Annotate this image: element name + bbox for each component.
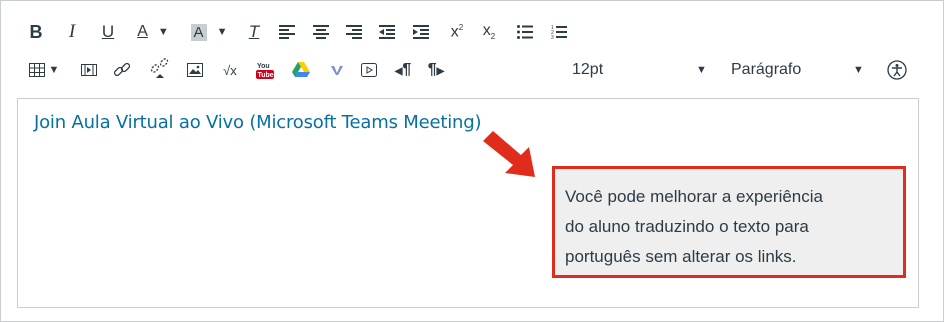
image-icon (187, 63, 203, 77)
teams-meeting-link[interactable]: Join Aula Virtual ao Vivo (Microsoft Tea… (34, 112, 481, 133)
ltr-paragraph-button[interactable]: ◀¶ (391, 55, 415, 85)
rtl-paragraph-icon: ¶▶ (427, 61, 445, 78)
align-center-icon (313, 25, 329, 39)
clear-formatting-button[interactable]: T (241, 17, 267, 47)
rich-text-editor: B I U A ▼ A ▼ T x2 x2 123 ▼ √x You Tube … (0, 0, 944, 322)
ltr-paragraph-icon: ◀¶ (394, 61, 412, 78)
google-drive-icon (292, 62, 310, 77)
unlink-button[interactable] (147, 53, 173, 83)
font-size-select[interactable]: 12pt ▼ (572, 53, 712, 87)
bold-icon: B (29, 21, 43, 42)
accessibility-checker-button[interactable] (883, 55, 911, 85)
google-drive-button[interactable] (289, 55, 313, 85)
background-color-button[interactable]: A ▼ (187, 17, 231, 47)
align-center-button[interactable] (309, 17, 333, 47)
tip-line: do aluno traduzindo o texto para (565, 217, 809, 236)
underline-button[interactable]: U (97, 17, 119, 47)
align-right-icon (346, 25, 362, 39)
underline-icon: U (101, 22, 115, 41)
align-left-button[interactable] (275, 17, 299, 47)
link-icon (113, 62, 131, 77)
bullet-list-icon (517, 25, 533, 39)
align-left-icon (279, 25, 295, 39)
chevron-down-icon: ▼ (48, 64, 60, 76)
chevron-down-icon: ▼ (853, 64, 864, 76)
accessibility-icon (887, 60, 907, 80)
indent-button[interactable] (409, 17, 433, 47)
chevron-down-icon: ▼ (696, 64, 707, 76)
italic-button[interactable]: I (61, 17, 83, 47)
tip-line: Você pode melhorar a experiência (565, 187, 823, 206)
table-icon (28, 63, 45, 77)
outdent-button[interactable] (375, 17, 399, 47)
media-button[interactable] (77, 55, 101, 85)
numbered-list-icon: 123 (551, 25, 567, 40)
block-format-select[interactable]: Parágrafo ▼ (721, 53, 871, 87)
svg-text:Tube: Tube (258, 72, 274, 79)
chevron-down-icon: ▼ (157, 26, 169, 38)
font-size-value: 12pt (572, 61, 604, 78)
media-icon (81, 64, 97, 76)
bold-button[interactable]: B (25, 17, 47, 47)
numbered-list-button[interactable]: 123 (547, 17, 571, 47)
video-embed-button[interactable] (357, 55, 381, 85)
bullet-list-button[interactable] (513, 17, 537, 47)
equation-icon: √x (223, 62, 237, 78)
svg-text:3: 3 (551, 35, 554, 40)
chevron-down-icon: ▼ (216, 26, 228, 38)
text-color-button[interactable]: A ▼ (131, 17, 175, 47)
clear-formatting-icon: T (248, 22, 260, 41)
tip-line: português sem alterar os links. (565, 247, 797, 266)
equation-button[interactable]: √x (217, 55, 243, 85)
red-arrow-icon (483, 131, 535, 177)
subscript-icon: x2 (482, 22, 496, 42)
indent-icon (413, 25, 429, 39)
rtl-paragraph-button[interactable]: ¶▶ (423, 55, 449, 85)
editor-content-area[interactable]: Join Aula Virtual ao Vivo (Microsoft Tea… (17, 98, 919, 308)
superscript-icon: x2 (450, 22, 464, 41)
svg-text:You: You (257, 63, 270, 70)
table-button[interactable]: ▼ (25, 55, 63, 85)
unlink-icon (150, 58, 169, 78)
vimeo-icon (331, 66, 343, 75)
subscript-button[interactable]: x2 (477, 17, 501, 47)
vimeo-button[interactable] (325, 55, 349, 85)
video-embed-icon (361, 63, 377, 77)
link-button[interactable] (109, 55, 135, 85)
translation-tip-callout: Você pode melhorar a experiência do alun… (552, 166, 906, 278)
italic-icon: I (68, 21, 76, 42)
text-color-icon: A (137, 23, 148, 40)
background-color-icon: A (190, 23, 207, 41)
youtube-button[interactable]: You Tube (253, 55, 277, 85)
image-button[interactable] (183, 55, 207, 85)
superscript-button[interactable]: x2 (445, 17, 469, 47)
outdent-icon (379, 25, 395, 39)
align-right-button[interactable] (342, 17, 366, 47)
youtube-icon: You Tube (256, 63, 274, 79)
block-format-value: Parágrafo (731, 61, 802, 78)
